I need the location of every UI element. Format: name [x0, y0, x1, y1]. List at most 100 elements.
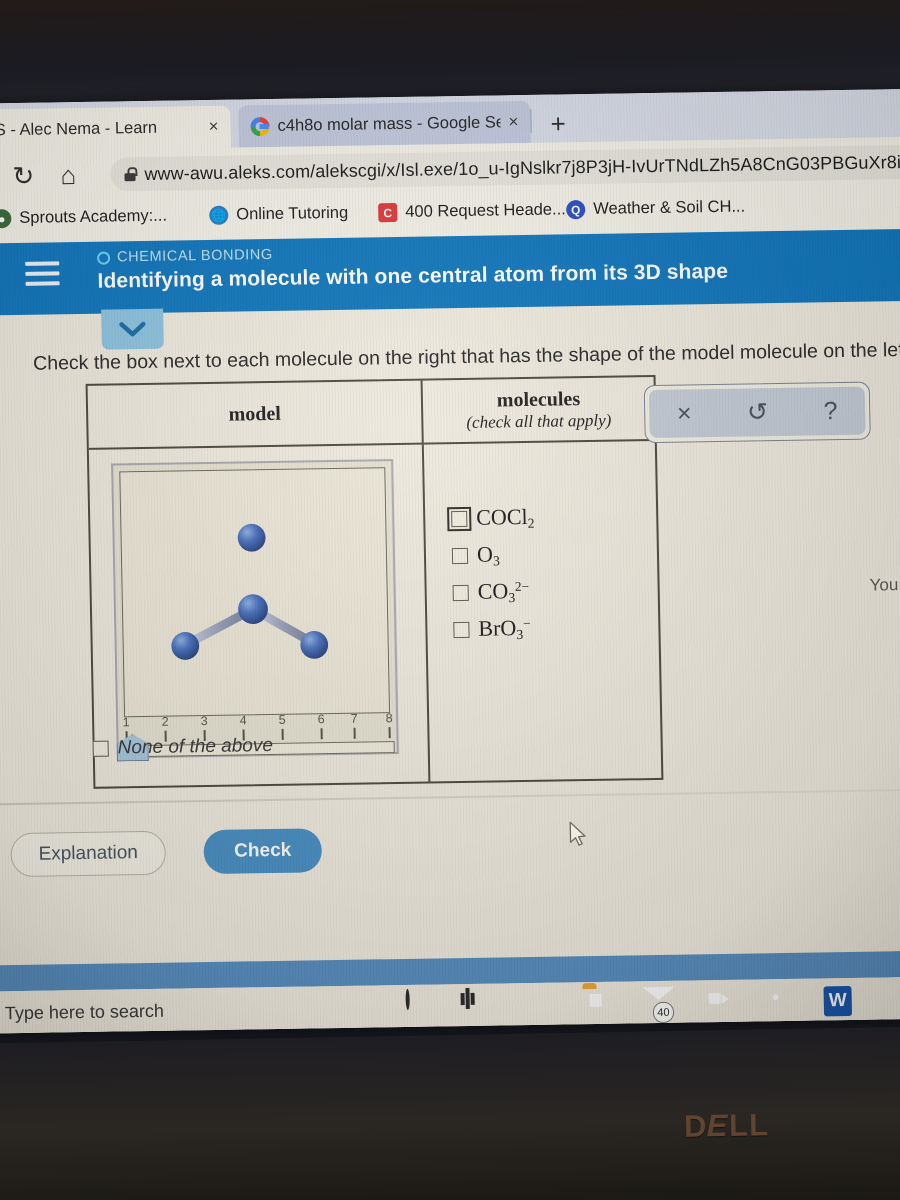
taskbar-icon-group: 40 W	[401, 983, 900, 1025]
bookmark-online-tutoring[interactable]: 🌐 Online Tutoring	[209, 204, 348, 225]
ruler-tick	[281, 728, 284, 740]
checkbox[interactable]	[92, 740, 109, 757]
header-sublabel: (check all that apply)	[466, 410, 612, 432]
c-icon: C	[378, 202, 398, 223]
close-icon[interactable]: ×	[508, 112, 518, 132]
bookmark-400-request-header[interactable]: C 400 Request Heade...	[378, 200, 566, 223]
browser-tab-aleks[interactable]: ALEKS - Alec Nema - Learn ×	[0, 105, 231, 153]
question-table: model molecules (check all that apply) 1…	[85, 374, 664, 789]
ruler-tick-label: 6	[317, 712, 325, 727]
ruler-tick	[320, 728, 323, 740]
search-placeholder: Type here to search	[4, 1000, 165, 1024]
laptop-photo: ALEKS - Alec Nema - Learn × c4h8o molar …	[0, 0, 900, 1200]
table-header-molecules: molecules (check all that apply)	[423, 377, 655, 443]
sprouts-icon: ●	[0, 209, 12, 229]
checkbox[interactable]	[451, 548, 469, 565]
checkbox[interactable]	[453, 622, 470, 639]
ruler-tick-label: 5	[278, 712, 286, 727]
table-header-row: model molecules (check all that apply)	[87, 376, 655, 450]
clear-icon[interactable]: ×	[677, 399, 692, 427]
zoom-icon[interactable]	[701, 986, 736, 1021]
bookmark-label: Online Tutoring	[236, 203, 349, 224]
tab-title: ALEKS - Alec Nema - Learn	[0, 118, 158, 140]
viewer-canvas[interactable]	[119, 467, 391, 718]
address-bar[interactable]: www-awu.aleks.com/alekscgi/x/Isl.exe/1o_…	[110, 143, 900, 192]
lock-icon	[124, 167, 135, 181]
new-tab-button[interactable]: +	[550, 108, 566, 138]
answer-toolbox-inner: × ↺ ?	[648, 386, 866, 439]
taskbar-search[interactable]: Type here to search	[0, 1001, 164, 1025]
molecule-formula: COCl2	[475, 503, 535, 531]
molecule-model	[171, 523, 329, 660]
dell-logo: DELL	[683, 1107, 770, 1144]
q-icon: Q	[566, 200, 586, 220]
none-of-the-above-label: None of the above	[117, 734, 274, 759]
checkbox[interactable]	[447, 506, 472, 532]
molecule-3d-viewer[interactable]: 1 2 3 4 5 6 7 8	[111, 459, 399, 758]
table-cell-molecules: COCl2 O3 CO32− BrO3−	[424, 441, 662, 782]
google-icon	[250, 116, 270, 136]
word-icon[interactable]: W	[821, 984, 856, 1019]
ruler-tick-label: 8	[385, 711, 393, 726]
tab-title: c4h8o molar mass - Google Sear	[277, 112, 501, 135]
expand-chevron-button[interactable]	[101, 308, 164, 350]
teal-app-icon[interactable]	[881, 983, 900, 1018]
molecule-option-cocl2[interactable]: COCl2	[447, 503, 656, 532]
table-header-model: model	[87, 380, 424, 448]
url-text: www-awu.aleks.com/alekscgi/x/Isl.exe/1o_…	[144, 150, 900, 184]
undo-icon[interactable]: ↺	[747, 398, 768, 426]
molecule-formula: BrO3−	[478, 615, 531, 643]
table-body-row: 1 2 3 4 5 6 7 8 COCl2 O3 CO32− BrO3−	[88, 441, 662, 787]
laptop-screen: ALEKS - Alec Nema - Learn × c4h8o molar …	[0, 88, 900, 1034]
explanation-button[interactable]: Explanation	[10, 830, 167, 878]
answer-toolbox: × ↺ ?	[643, 381, 871, 444]
molecule-formula: O3	[476, 541, 500, 569]
action-buttons: Explanation Check	[10, 828, 323, 878]
file-explorer-icon[interactable]	[581, 988, 616, 1023]
ruler-tick-label: 2	[161, 714, 169, 729]
edge-icon[interactable]	[521, 989, 556, 1024]
mail-icon[interactable]: 40	[641, 987, 676, 1024]
help-icon[interactable]: ?	[823, 397, 837, 425]
ruler-tick	[388, 727, 391, 739]
mail-badge: 40	[652, 1001, 675, 1024]
page-title: Identifying a molecule with one central …	[97, 259, 729, 293]
ruler-tick-label: 3	[200, 714, 208, 729]
browser-tab-google-search[interactable]: c4h8o molar mass - Google Sear ×	[238, 100, 531, 148]
bookmark-sprouts-academy[interactable]: ● Sprouts Academy:...	[0, 207, 167, 229]
bookmark-label: Weather & Soil CH...	[593, 197, 746, 218]
tab-divider	[530, 108, 532, 133]
ruler-tick	[353, 727, 356, 739]
check-button[interactable]: Check	[203, 828, 323, 875]
ruler-tick-label: 4	[239, 713, 247, 728]
header-label: model	[228, 402, 281, 426]
molecule-option-bro3-minus[interactable]: BrO3−	[453, 614, 658, 643]
cortana-icon[interactable]	[401, 988, 436, 1025]
mouse-cursor	[569, 821, 586, 846]
chevron-down-icon	[119, 321, 146, 337]
checkbox[interactable]	[452, 585, 469, 602]
close-icon[interactable]: ×	[208, 117, 218, 137]
header-label: molecules	[496, 387, 581, 411]
bookmark-label: Sprouts Academy:...	[19, 206, 168, 227]
ruler-tick-label: 7	[350, 711, 358, 726]
divider	[0, 788, 900, 806]
chrome-icon[interactable]	[761, 985, 796, 1020]
topic-breadcrumb: CHEMICAL BONDING	[96, 246, 273, 266]
globe-icon: 🌐	[209, 205, 229, 225]
task-view-icon[interactable]	[461, 987, 496, 1025]
topic-label: CHEMICAL BONDING	[116, 246, 273, 266]
home-icon[interactable]: ⌂	[60, 160, 76, 190]
aleks-header: CHEMICAL BONDING Identifying a molecule …	[0, 228, 900, 316]
bookmark-label: 400 Request Heade...	[405, 200, 566, 221]
menu-icon[interactable]	[25, 261, 60, 288]
ruler-tick-label: 1	[122, 715, 130, 730]
molecule-option-o3[interactable]: O3	[451, 540, 657, 569]
side-note-text: You c	[869, 575, 900, 595]
none-of-the-above-option[interactable]: None of the above	[92, 735, 273, 760]
bookmark-weather-soil[interactable]: Q Weather & Soil CH...	[566, 198, 745, 220]
topic-dot-icon	[96, 251, 111, 265]
reload-icon[interactable]: ↻	[12, 161, 34, 191]
molecule-option-co3-2minus[interactable]: CO32−	[452, 577, 657, 606]
molecule-formula: CO32−	[477, 578, 530, 606]
